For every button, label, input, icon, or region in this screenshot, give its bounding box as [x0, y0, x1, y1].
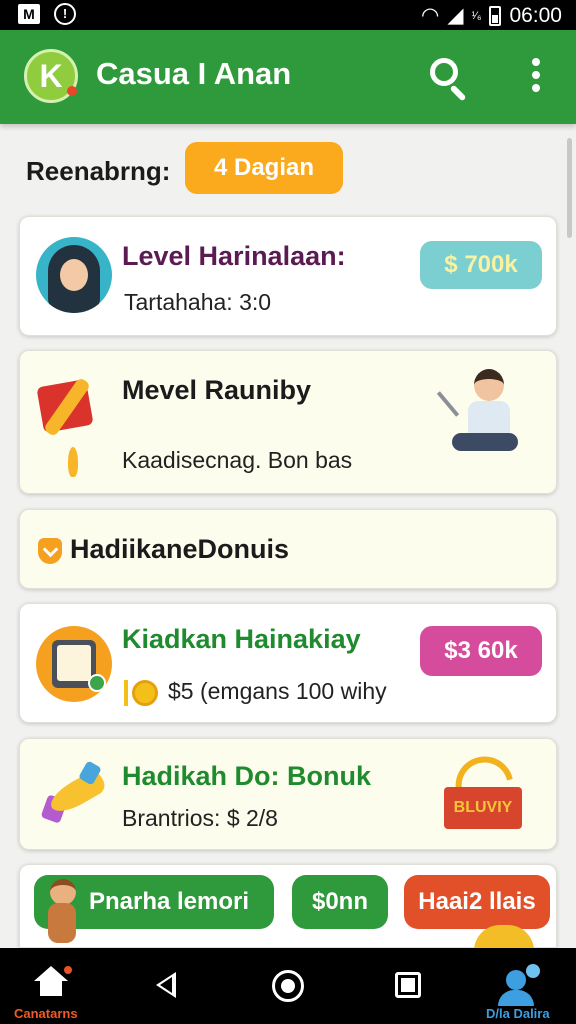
signal-label: ¹⁄₆	[471, 9, 482, 22]
rocket-icon	[38, 759, 109, 829]
back-icon[interactable]	[156, 972, 176, 998]
more-vert-icon[interactable]	[522, 56, 550, 98]
card-title: Hadikah Do: Bonuk	[122, 761, 372, 791]
coin-icon	[132, 680, 158, 706]
bonus-box-label: BLUVIY	[444, 787, 522, 829]
gmail-icon: M	[18, 4, 40, 24]
home-button-icon[interactable]	[272, 970, 304, 1002]
bonus-box-icon: BLUVIY	[444, 750, 522, 829]
wifi-icon: ◠	[421, 4, 440, 27]
list-card[interactable]: Mevel Rauniby Kaadisecnag. Bon bas	[19, 350, 557, 494]
nav-home-label: Canatarns	[14, 1006, 78, 1021]
list-card[interactable]: Pnarha lemori $0nn Haai2 llais	[19, 864, 557, 951]
card-title: Mevel Rauniby	[122, 375, 312, 405]
users-icon[interactable]	[494, 962, 548, 1006]
price-badge[interactable]: $ 700k	[420, 241, 542, 289]
filter-button[interactable]: 4 Dagian	[185, 142, 343, 194]
action-button-secondary[interactable]: Haai2 llais	[404, 875, 550, 929]
notification-dot	[62, 964, 74, 976]
child-illustration	[42, 879, 84, 959]
card-subtitle: Brantrios: $ 2/8	[122, 805, 278, 831]
person-illustration	[436, 365, 524, 461]
scrollbar[interactable]	[567, 138, 572, 238]
card-subtitle: Tartahaha: 3:0	[124, 289, 272, 315]
search-icon[interactable]	[426, 54, 472, 102]
card-subtitle: Kaadisecnag. Bon bas	[122, 447, 353, 473]
list-card[interactable]: Kiadkan Hainakiay $5 (emgans 100 wihy $3…	[19, 603, 557, 723]
recent-apps-icon[interactable]	[395, 972, 421, 998]
card-subtitle: $5 (emgans 100 wihy	[168, 678, 387, 704]
filter-label: Reenabrng:	[26, 156, 171, 186]
clock: 06:00	[509, 3, 562, 27]
card-title: Kiadkan Hainakiay	[122, 624, 361, 654]
app-bar: K Casua I Anan	[0, 30, 576, 124]
card-title: HadiikaneDonuis	[70, 534, 290, 564]
card-title: Level Harinalaan:	[122, 241, 346, 271]
drip-decoration	[68, 447, 78, 477]
app-logo: K	[24, 49, 78, 103]
badge-check-icon	[38, 538, 62, 564]
nav-home[interactable]: Canatarns	[14, 964, 88, 1021]
price-badge[interactable]: $3 60k	[420, 626, 542, 676]
nav-profile-label: D/la Dalira	[486, 1006, 550, 1021]
tablet-coin-icon	[36, 626, 112, 702]
notification-icon: !	[54, 3, 76, 25]
app-title: Casua I Anan	[96, 56, 292, 91]
signal-icon: ◢	[447, 4, 464, 27]
list-card[interactable]: Hadikah Do: Bonuk Brantrios: $ 2/8 BLUVI…	[19, 738, 557, 850]
gift-box-icon	[36, 373, 100, 438]
status-bar: M ! ◠ ◢ ¹⁄₆ 06:00	[0, 0, 576, 30]
coin-bar-icon	[124, 680, 128, 706]
avatar	[36, 237, 112, 313]
list-card[interactable]: Level Harinalaan: Tartahaha: 3:0 $ 700k	[19, 216, 557, 336]
battery-icon	[489, 5, 502, 26]
amount-button[interactable]: $0nn	[292, 875, 388, 929]
list-card[interactable]: HadiikaneDonuis	[19, 509, 557, 589]
